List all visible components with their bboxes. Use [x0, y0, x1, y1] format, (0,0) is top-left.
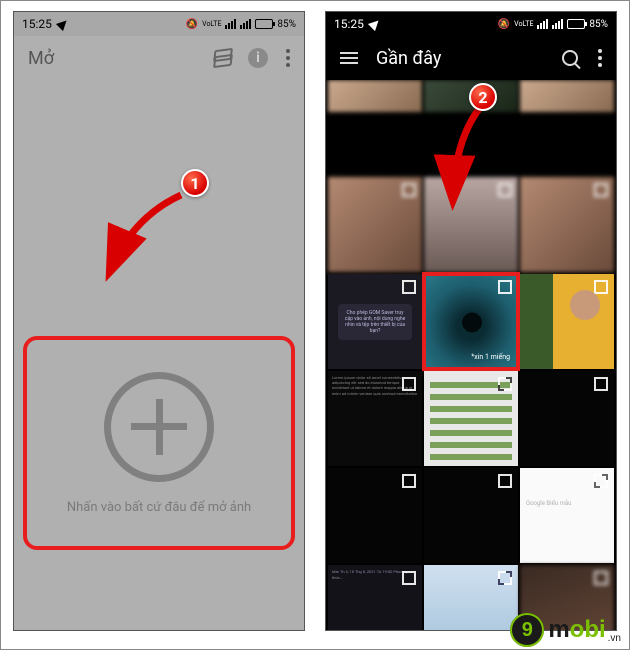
signal-icon-2 [552, 19, 563, 29]
volte-label: VoLTE [202, 21, 221, 28]
step-badge-1: 1 [181, 169, 209, 197]
gallery-thumb-selected[interactable]: *xin 1 miếng [424, 274, 518, 369]
gallery-thumb[interactable]: Mar Th 4, 18 Thg 8, 2021 Từ 19:00 Phương… [328, 565, 422, 630]
more-menu-icon[interactable] [286, 49, 290, 67]
file-picker-header: Gần đây [326, 36, 616, 80]
open-image-area[interactable]: Nhấn vào bất cứ đâu để mở ảnh [23, 336, 295, 550]
arrow-2 [433, 101, 503, 211]
expand-icon [402, 183, 416, 197]
expand-icon [498, 280, 512, 294]
expand-icon [402, 474, 416, 488]
gallery-thumb[interactable]: Cho phép GOM Saver truy cập vào ảnh, nội… [328, 274, 422, 369]
send-icon [368, 17, 382, 31]
expand-icon [498, 571, 512, 585]
more-menu-icon[interactable] [598, 49, 602, 67]
expand-icon [594, 474, 608, 488]
mute-icon: 🔕 [186, 19, 198, 30]
volte-label: VoLTE [514, 21, 533, 28]
status-time: 15:25 [334, 17, 364, 31]
status-bar: 15:25 🔕 VoLTE 85% [14, 12, 304, 36]
expand-icon [498, 377, 512, 391]
expand-icon [594, 571, 608, 585]
status-bar: 15:25 🔕 VoLTE 85% [326, 12, 616, 36]
gallery-thumb[interactable] [424, 468, 518, 563]
gallery-thumb[interactable] [424, 371, 518, 466]
status-time: 15:25 [22, 17, 52, 31]
expand-icon [594, 183, 608, 197]
thumb-dialog-text: Cho phép GOM Saver truy cập vào ảnh, nội… [338, 304, 411, 340]
phone-screen-1: 15:25 🔕 VoLTE 85% Mở i [13, 11, 305, 631]
mute-icon: 🔕 [498, 19, 510, 30]
thumb-caption: *xin 1 miếng [471, 353, 510, 361]
expand-icon [402, 280, 416, 294]
gallery-thumb[interactable] [520, 80, 614, 112]
expand-icon [402, 571, 416, 585]
layers-icon[interactable] [212, 49, 230, 67]
gallery-thumb[interactable] [328, 468, 422, 563]
gallery-thumb[interactable] [328, 80, 422, 112]
gallery-thumb[interactable]: Lorem ipsum dolor sit amet consectetur a… [328, 371, 422, 466]
add-image-icon [104, 372, 214, 482]
gallery-thumb[interactable] [520, 177, 614, 272]
step-badge-2: 2 [469, 83, 497, 111]
search-icon[interactable] [562, 50, 578, 66]
battery-icon [567, 19, 585, 29]
gallery-thumb[interactable] [520, 274, 614, 369]
gallery-thumb[interactable] [520, 371, 614, 466]
gallery-thumb[interactable] [328, 177, 422, 272]
gallery-thumb[interactable]: Google Biểu mẫu [520, 468, 614, 563]
battery-pct: 85% [277, 19, 296, 30]
watermark: 9 mobi .vn [510, 613, 621, 647]
arrow-1 [93, 187, 193, 287]
battery-icon [255, 19, 273, 29]
watermark-logo: 9 [510, 613, 544, 647]
open-image-prompt: Nhấn vào bất cứ đâu để mở ảnh [67, 500, 251, 515]
send-icon [56, 17, 70, 31]
picker-title: Gần đây [376, 48, 441, 69]
expand-icon [498, 474, 512, 488]
signal-icon-2 [240, 19, 251, 29]
signal-icon [537, 19, 548, 29]
header-title: Mở [28, 48, 54, 69]
tutorial-canvas: 15:25 🔕 VoLTE 85% Mở i [1, 1, 630, 651]
info-icon[interactable]: i [248, 48, 268, 68]
gallery-thumb[interactable]: Snoopy [424, 565, 518, 630]
signal-icon [225, 19, 236, 29]
open-image-body: Nhấn vào bất cứ đâu để mở ảnh [14, 80, 304, 630]
expand-icon [594, 280, 608, 294]
expand-icon [594, 377, 608, 391]
expand-icon [402, 377, 416, 391]
app-header: Mở i [14, 36, 304, 80]
battery-pct: 85% [589, 19, 608, 30]
menu-icon[interactable] [340, 52, 358, 64]
